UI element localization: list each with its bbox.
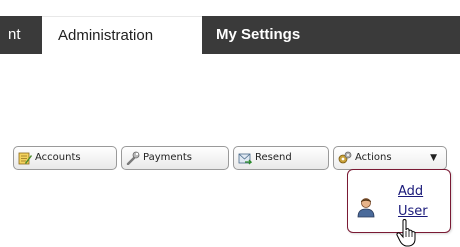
- hand-pointer-icon: [396, 219, 416, 247]
- user-icon: [357, 198, 375, 218]
- tab-administration-label: Administration: [58, 27, 154, 44]
- caret-down-icon: ▼: [430, 153, 437, 163]
- tab-administration[interactable]: Administration: [42, 16, 202, 54]
- actions-label: Actions: [355, 152, 392, 163]
- tab-bar: nt Administration My Settings: [0, 0, 460, 70]
- payments-label: Payments: [143, 152, 192, 163]
- notepad-pencil-icon: [18, 152, 32, 165]
- tab-partial[interactable]: nt: [0, 16, 42, 54]
- tab-my-settings-label: My Settings: [216, 26, 301, 43]
- resend-button[interactable]: Resend: [233, 146, 329, 170]
- tab-partial-label: nt: [8, 26, 21, 43]
- gears-icon: [338, 151, 352, 164]
- wrench-icon: [126, 151, 140, 165]
- add-user-menu-item[interactable]: Add User: [398, 182, 438, 222]
- tab-my-settings[interactable]: My Settings: [202, 16, 460, 54]
- actions-button[interactable]: Actions ▼: [333, 146, 447, 170]
- envelope-arrow-icon: [238, 153, 252, 165]
- accounts-button[interactable]: Accounts: [13, 146, 117, 170]
- tab-strip: nt Administration My Settings: [0, 16, 460, 54]
- payments-button[interactable]: Payments: [121, 146, 229, 170]
- accounts-label: Accounts: [35, 152, 81, 163]
- resend-label: Resend: [255, 152, 292, 163]
